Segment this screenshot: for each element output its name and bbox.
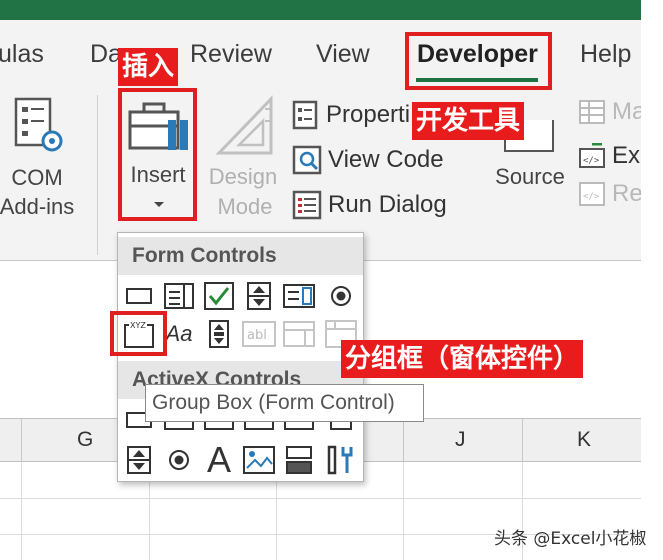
form-combo-list-edit-control [282, 319, 316, 349]
com-addins-button[interactable]: COM Add-ins [0, 95, 75, 225]
grid-line [21, 462, 22, 560]
properties-button[interactable]: Properti [292, 100, 410, 130]
activex-label-control[interactable]: A [202, 439, 236, 480]
form-button-control[interactable] [122, 281, 156, 311]
developer-tools-annotation: 开发工具 [412, 102, 525, 140]
form-label-glyph: Aa [165, 321, 193, 346]
group-box-highlight-box [110, 311, 167, 356]
watermark: 头条 @Excel小花椒 [494, 529, 647, 549]
insert-controls-dropdown: Form Controls XYZ Aa abl ActiveX Control… [117, 232, 364, 482]
column-j[interactable]: J [455, 428, 466, 452]
tab-formulas[interactable]: ulas [0, 40, 44, 69]
textfield-glyph-text: abl [247, 328, 267, 343]
com-addins-icon [14, 97, 68, 157]
refresh-data-label: Re [612, 180, 643, 207]
form-combo-box-control[interactable] [162, 281, 196, 311]
view-code-label: View Code [328, 146, 444, 173]
group-box-annotation: 分组框（窗体控件） [341, 340, 584, 378]
window-edge [641, 0, 663, 560]
insert-annotation: 插入 [118, 48, 179, 86]
com-addins-label-2: Add-ins [0, 194, 75, 219]
form-option-button-control[interactable] [324, 281, 358, 311]
refresh-data-button: </> Re [578, 180, 643, 208]
form-text-field-control: abl [242, 319, 276, 349]
triangle-ruler-icon [215, 95, 275, 157]
source-label: Source [495, 164, 565, 189]
developer-highlight-box [405, 32, 552, 90]
activex-toggle-button-control[interactable] [282, 445, 316, 475]
design-mode-label-1: Design [208, 164, 278, 189]
form-label-control[interactable]: Aa [162, 319, 196, 349]
run-dialog-button[interactable]: Run Dialog [292, 190, 447, 220]
activex-image-control[interactable] [242, 445, 276, 475]
form-scroll-bar-control[interactable] [202, 319, 236, 349]
activex-label-glyph: A [206, 439, 231, 480]
form-controls-header: Form Controls [118, 237, 363, 275]
run-dialog-label: Run Dialog [328, 191, 447, 218]
grid-line [403, 462, 404, 560]
tab-help[interactable]: Help [580, 40, 631, 69]
column-g[interactable]: G [77, 428, 93, 452]
properties-icon [292, 100, 320, 130]
insert-highlight-box [118, 88, 197, 221]
refresh-icon: </> [578, 181, 606, 207]
tab-view[interactable]: View [316, 40, 370, 69]
form-list-box-control[interactable] [282, 281, 316, 311]
properties-label: Properti [326, 101, 411, 128]
export-icon: </> [578, 143, 606, 169]
column-k[interactable]: K [577, 428, 591, 452]
activex-option-button-control[interactable] [162, 445, 196, 475]
table-grid-icon [578, 99, 606, 125]
tab-review[interactable]: Review [190, 40, 272, 69]
map-properties-button: Ma [578, 98, 645, 126]
activex-spin-button-control[interactable] [122, 445, 156, 475]
group-box-tooltip: Group Box (Form Control) [145, 384, 424, 422]
com-addins-label-1: COM [11, 165, 63, 190]
group-separator [97, 95, 98, 255]
form-checkbox-control[interactable] [202, 281, 236, 311]
svg-text:</>: </> [583, 192, 600, 202]
design-mode-label-2: Mode [217, 194, 273, 219]
dialog-icon [292, 190, 322, 220]
magnifier-code-icon [292, 145, 322, 175]
view-code-button[interactable]: View Code [292, 145, 444, 175]
grid-line [0, 498, 641, 499]
form-spin-button-control[interactable] [242, 281, 276, 311]
design-mode-button: Design Mode [205, 95, 285, 225]
more-controls-icon[interactable] [324, 445, 358, 475]
title-bar [0, 0, 641, 20]
svg-text:</>: </> [583, 156, 600, 166]
